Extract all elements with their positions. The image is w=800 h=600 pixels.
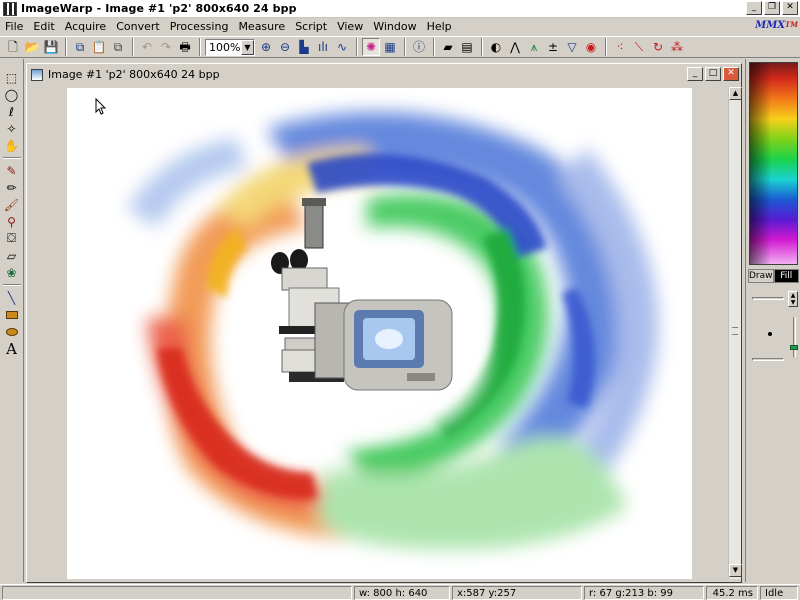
points-icon[interactable]: ⁖ (611, 38, 629, 56)
size-slider[interactable] (752, 358, 784, 361)
app-title: ImageWarp - Image #1 'p2' 800x640 24 bpp (21, 2, 297, 15)
wave-icon[interactable]: ∿ (333, 38, 351, 56)
hand-icon[interactable]: ✋ (2, 137, 22, 154)
title-bar: ImageWarp - Image #1 'p2' 800x640 24 bpp… (0, 0, 800, 18)
target-icon[interactable]: ◉ (582, 38, 600, 56)
menu-edit[interactable]: Edit (28, 18, 59, 36)
canvas-area[interactable] (29, 87, 726, 579)
tab-draw[interactable]: Draw (748, 269, 774, 283)
image-window-caption[interactable]: Image #1 'p2' 800x640 24 bpp _ □ ✕ (27, 64, 741, 85)
zoom-out-icon[interactable]: ⊖ (276, 38, 294, 56)
warped-image (67, 88, 692, 579)
menu-bar: File Edit Acquire Convert Processing Mea… (0, 18, 800, 36)
save-icon[interactable]: 💾 (42, 38, 60, 56)
minimize-button[interactable]: _ (746, 1, 762, 15)
magic-wand-icon[interactable]: ✧ (2, 120, 22, 137)
menu-measure[interactable]: Measure (233, 18, 290, 36)
paste-icon[interactable]: 📋 (90, 38, 108, 56)
restore-button[interactable]: ❐ (764, 1, 780, 15)
measure-line-icon[interactable]: ⟍ (630, 38, 648, 56)
menu-window[interactable]: Window (368, 18, 421, 36)
line-width-spinner[interactable]: ▲ ▼ (788, 291, 798, 307)
camera-icon[interactable]: ▰ (439, 38, 457, 56)
threshold-icon[interactable]: ⋀ (506, 38, 524, 56)
opacity-slider-thumb[interactable] (790, 345, 798, 350)
open-icon[interactable]: 📂 (23, 38, 41, 56)
brand-logo: MMXTM (755, 20, 798, 31)
ellipse-select-icon[interactable]: ◯ (2, 86, 22, 103)
menu-view[interactable]: View (332, 18, 368, 36)
rect-select-icon[interactable]: ⬚ (2, 69, 22, 86)
right-panel: Draw Fill ▲ ▼ (745, 59, 800, 582)
smudge-icon[interactable]: ❀ (2, 264, 22, 281)
lasso-icon[interactable]: ℓ (2, 103, 22, 120)
line-profile-icon[interactable]: ılı (314, 38, 332, 56)
scroll-up-icon[interactable]: ▲ (729, 87, 742, 100)
text-tool-icon[interactable]: A (2, 340, 22, 358)
image-window[interactable]: Image #1 'p2' 800x640 24 bpp _ □ ✕ ▲ ▼ (26, 63, 742, 583)
toolbar: 🗋 📂 💾 ⧉ 📋 ⧉ ↶ ↷ 🖶 100% ▼ ⊕ ⊖ ▙ ılı ∿ ✺ ▦… (0, 36, 800, 58)
image-minimize-button[interactable]: _ (687, 67, 703, 81)
pencil-icon[interactable]: ✏ (2, 179, 22, 196)
plus-minus-icon[interactable]: ± (544, 38, 562, 56)
status-state: Idle (760, 586, 798, 600)
tree-icon[interactable]: ⩚ (525, 38, 543, 56)
info-icon[interactable]: ⓘ (410, 38, 428, 56)
status-pixel-rgb: r: 67 g:213 b: 99 (584, 586, 704, 600)
line-width-slider[interactable] (752, 297, 784, 300)
copy-icon[interactable]: ⧉ (71, 38, 89, 56)
paste-new-icon[interactable]: ⧉ (109, 38, 127, 56)
menu-convert[interactable]: Convert (111, 18, 165, 36)
vertical-scrollbar[interactable]: ▲ ▼ (728, 87, 742, 579)
menu-file[interactable]: File (0, 18, 28, 36)
menu-acquire[interactable]: Acquire (60, 18, 111, 36)
image-window-title: Image #1 'p2' 800x640 24 bpp (48, 68, 220, 81)
opacity-slider[interactable] (793, 317, 796, 357)
chevron-down-icon[interactable]: ▼ (241, 39, 254, 55)
menu-script[interactable]: Script (290, 18, 332, 36)
zoom-value: 100% (209, 40, 241, 54)
status-image-size: w: 800 h: 640 (354, 586, 450, 600)
redo-icon[interactable]: ↷ (157, 38, 175, 56)
line-tool-icon[interactable]: ╲ (2, 289, 22, 306)
scroll-grip-icon[interactable] (732, 327, 738, 335)
brush-preview (768, 332, 772, 336)
image-maximize-button[interactable]: □ (705, 67, 721, 81)
color-palette-lut[interactable] (749, 62, 798, 265)
rectangle-tool-icon[interactable] (2, 306, 22, 323)
zoom-select[interactable]: 100% ▼ (205, 38, 255, 56)
tool-palette: ⬚ ◯ ℓ ✧ ✋ ✎ ✏ 🖌 ⚲ ⛋ ▱ ❀ ╲ A (0, 59, 24, 582)
loop-icon[interactable]: ↻ (649, 38, 667, 56)
scroll-down-icon[interactable]: ▼ (729, 564, 742, 577)
contrast-icon[interactable]: ◐ (487, 38, 505, 56)
grid-icon[interactable]: ▦ (381, 38, 399, 56)
image-close-button[interactable]: ✕ (723, 67, 739, 81)
brush-icon[interactable]: 🖌 (2, 196, 22, 213)
cluster-icon[interactable]: ⁂ (668, 38, 686, 56)
document-icon[interactable]: ▤ (458, 38, 476, 56)
eraser-icon[interactable]: ▱ (2, 247, 22, 264)
eyedropper-icon[interactable]: ✎ (2, 162, 22, 179)
status-cursor-coords: x:587 y:257 (452, 586, 582, 600)
menu-help[interactable]: Help (422, 18, 457, 36)
filter-icon[interactable]: ▽ (563, 38, 581, 56)
image-canvas[interactable] (67, 88, 692, 579)
image-document-icon (31, 68, 43, 81)
color-wheel-icon[interactable]: ✺ (362, 38, 380, 56)
status-message (2, 586, 352, 600)
zoom-in-icon[interactable]: ⊕ (257, 38, 275, 56)
tab-fill[interactable]: Fill (773, 269, 799, 283)
stamp-icon[interactable]: ⚲ (2, 213, 22, 230)
close-button[interactable]: ✕ (782, 1, 798, 15)
status-timing: 45.2 ms (706, 586, 758, 600)
print-icon[interactable]: 🖶 (176, 38, 194, 56)
undo-icon[interactable]: ↶ (138, 38, 156, 56)
new-icon[interactable]: 🗋 (4, 38, 22, 56)
ellipse-tool-icon[interactable] (2, 323, 22, 340)
status-bar: w: 800 h: 640 x:587 y:257 r: 67 g:213 b:… (0, 584, 800, 600)
bucket-icon[interactable]: ⛋ (2, 230, 22, 247)
histogram-icon[interactable]: ▙ (295, 38, 313, 56)
app-icon[interactable] (3, 1, 17, 16)
menu-processing[interactable]: Processing (165, 18, 234, 36)
